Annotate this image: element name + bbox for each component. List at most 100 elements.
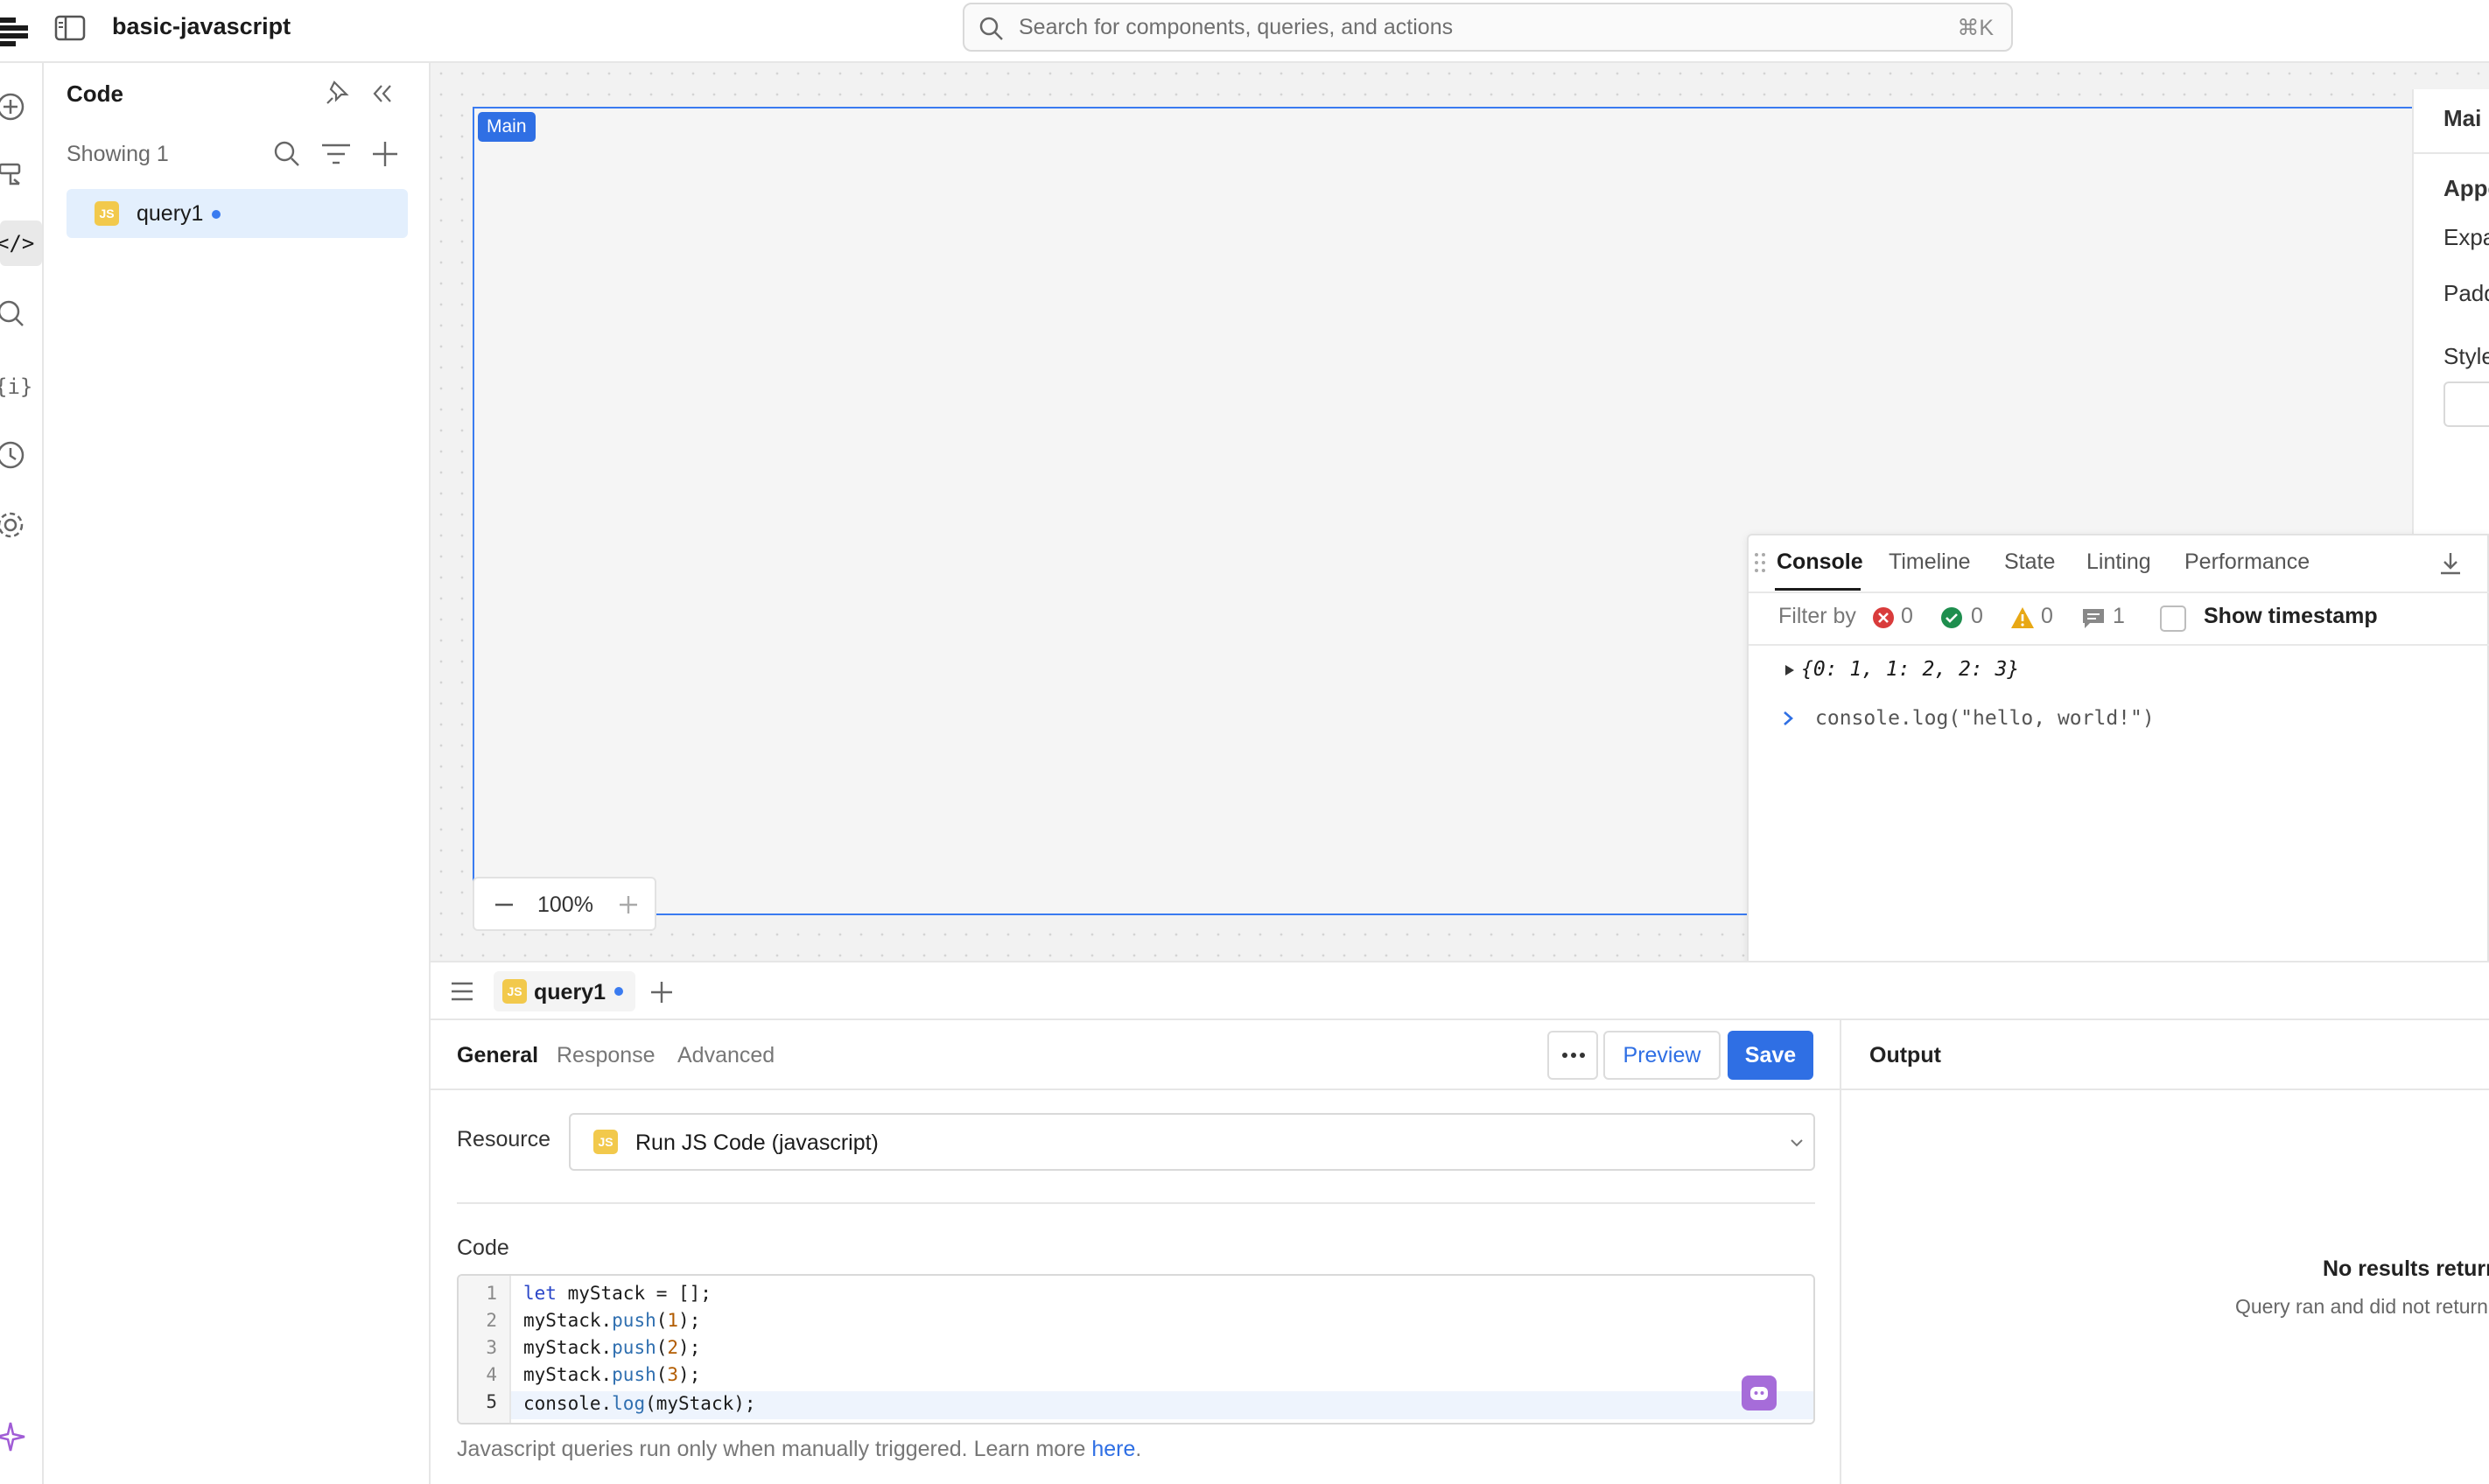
unsaved-dot xyxy=(614,987,623,996)
tab-linting[interactable]: Linting xyxy=(2086,550,2151,575)
add-icon[interactable] xyxy=(0,89,35,124)
inspector-row-expand: Expa xyxy=(2443,224,2489,250)
code-line[interactable]: myStack.push(2); xyxy=(523,1337,700,1358)
expand-triangle-icon[interactable] xyxy=(1784,663,1796,677)
tab-general[interactable]: General xyxy=(457,1043,538,1068)
message-count: 1 xyxy=(2113,604,2125,628)
zoom-in-icon[interactable] xyxy=(618,894,639,915)
svg-text:</>: </> xyxy=(0,231,34,256)
output-divider xyxy=(1841,1088,2489,1090)
preview-button[interactable]: Preview xyxy=(1603,1031,1721,1080)
code-icon[interactable]: </> xyxy=(0,220,42,266)
js-icon: JS xyxy=(502,979,527,1004)
inspector-divider xyxy=(2414,152,2489,154)
tab-timeline[interactable]: Timeline xyxy=(1889,550,1971,575)
code-line[interactable]: console.log(myStack); xyxy=(523,1393,756,1414)
code-line[interactable]: myStack.push(1); xyxy=(523,1310,700,1331)
state-icon[interactable]: {i} xyxy=(0,368,35,402)
debug-panel: Console Timeline State Linting Performan… xyxy=(1747,534,2489,984)
line-number: 1 xyxy=(486,1283,497,1304)
debug-divider xyxy=(1749,592,2489,593)
search-shortcut: ⌘K xyxy=(1957,16,1994,40)
js-icon: JS xyxy=(95,201,119,226)
code-label: Code xyxy=(457,1236,509,1260)
ai-sparkle-icon[interactable] xyxy=(0,1419,35,1454)
add-tab-icon[interactable] xyxy=(649,980,674,1004)
section-divider xyxy=(457,1202,1815,1204)
search-icon[interactable] xyxy=(0,298,35,332)
search-icon[interactable] xyxy=(273,140,301,168)
sidebar-item-query1[interactable]: JS query1 xyxy=(67,189,408,238)
settings-icon[interactable] xyxy=(0,508,35,542)
editor-divider xyxy=(431,1088,1841,1090)
sidebar-title: Code xyxy=(67,80,123,107)
show-timestamp-label[interactable]: Show timestamp xyxy=(2204,604,2378,629)
query-editor: General Response Advanced Preview Save R… xyxy=(431,1020,1841,1484)
search-icon xyxy=(978,16,1005,42)
query-tab-label: query1 xyxy=(534,980,606,1004)
drag-handle-icon[interactable] xyxy=(1754,551,1766,574)
query-tab-query1[interactable]: JS query1 xyxy=(494,971,635,1012)
warning-count: 0 xyxy=(2041,604,2053,628)
console-log-output[interactable]: {0: 1, 1: 2, 2: 3} xyxy=(1801,658,2019,681)
line-gutter: 1 2 3 4 5 xyxy=(459,1276,511,1423)
tab-response[interactable]: Response xyxy=(557,1043,656,1068)
warning-filter-icon[interactable] xyxy=(2009,606,2036,630)
tab-performance[interactable]: Performance xyxy=(2184,550,2310,575)
collapse-sidebar-icon[interactable] xyxy=(369,80,396,107)
prompt-chevron-icon xyxy=(1782,709,1794,728)
show-timestamp-checkbox[interactable] xyxy=(2160,606,2186,632)
output-panel: Output No results return Query ran and d… xyxy=(1841,1020,2489,1484)
code-line[interactable]: myStack.push(3); xyxy=(523,1364,700,1385)
component-tree-icon[interactable] xyxy=(0,159,35,194)
filter-label: Filter by xyxy=(1778,604,1856,628)
zoom-out-icon[interactable] xyxy=(494,894,515,915)
sidebar-toggle-icon[interactable] xyxy=(54,14,86,42)
active-tab-indicator xyxy=(1775,588,1861,591)
line-number: 4 xyxy=(486,1364,497,1385)
tab-advanced[interactable]: Advanced xyxy=(677,1043,775,1068)
resource-select[interactable]: JS Run JS Code (javascript) xyxy=(569,1113,1815,1171)
history-icon[interactable] xyxy=(0,438,35,472)
menu-icon[interactable] xyxy=(450,980,474,1003)
line-number: 2 xyxy=(486,1310,497,1331)
global-search-input[interactable]: Search for components, queries, and acti… xyxy=(963,3,2013,52)
resource-label: Resource xyxy=(457,1127,550,1152)
showing-count: Showing 1 xyxy=(67,142,169,166)
filter-icon[interactable] xyxy=(322,142,350,166)
sidebar-item-label: query1 xyxy=(137,201,204,226)
left-rail: </> {i} xyxy=(0,63,44,1484)
footer-note: Javascript queries run only when manuall… xyxy=(457,1437,1141,1462)
ai-assist-button[interactable] xyxy=(1742,1376,1777,1410)
line-number: 5 xyxy=(486,1391,497,1412)
tab-state[interactable]: State xyxy=(2004,550,2055,575)
zoom-level: 100% xyxy=(537,892,593,917)
tab-console[interactable]: Console xyxy=(1777,550,1863,575)
app-title[interactable]: basic-javascript xyxy=(112,12,291,40)
download-icon[interactable] xyxy=(2438,551,2463,576)
success-filter-icon[interactable] xyxy=(1939,606,1964,630)
retool-logo-icon[interactable] xyxy=(0,16,30,47)
error-count: 0 xyxy=(1901,604,1913,628)
empty-title: No results return xyxy=(2323,1256,2489,1281)
code-line[interactable]: let myStack = []; xyxy=(523,1283,712,1304)
add-query-icon[interactable] xyxy=(371,140,399,168)
more-options-button[interactable] xyxy=(1547,1031,1598,1080)
footer-text: Javascript queries run only when manuall… xyxy=(457,1437,1092,1461)
main-frame-label[interactable]: Main xyxy=(478,112,536,142)
code-editor[interactable]: 1 2 3 4 5 let myStack = []; myStack.push… xyxy=(457,1274,1815,1424)
svg-text:{i}: {i} xyxy=(0,374,32,399)
save-button[interactable]: Save xyxy=(1728,1031,1813,1080)
chevron-down-icon xyxy=(1789,1138,1805,1148)
output-title: Output xyxy=(1869,1043,1941,1068)
empty-subtitle: Query ran and did not return xyxy=(2235,1295,2488,1318)
pin-icon[interactable] xyxy=(324,79,352,107)
learn-more-link[interactable]: here xyxy=(1091,1437,1135,1461)
style-select[interactable] xyxy=(2443,382,2489,427)
inspector-section-appearance: Appe xyxy=(2443,175,2489,201)
unsaved-dot xyxy=(212,210,221,219)
console-input[interactable]: console.log("hello, world!") xyxy=(1815,707,2155,730)
error-filter-icon[interactable] xyxy=(1871,606,1896,630)
success-count: 0 xyxy=(1971,604,1983,628)
message-filter-icon[interactable] xyxy=(2081,607,2106,630)
